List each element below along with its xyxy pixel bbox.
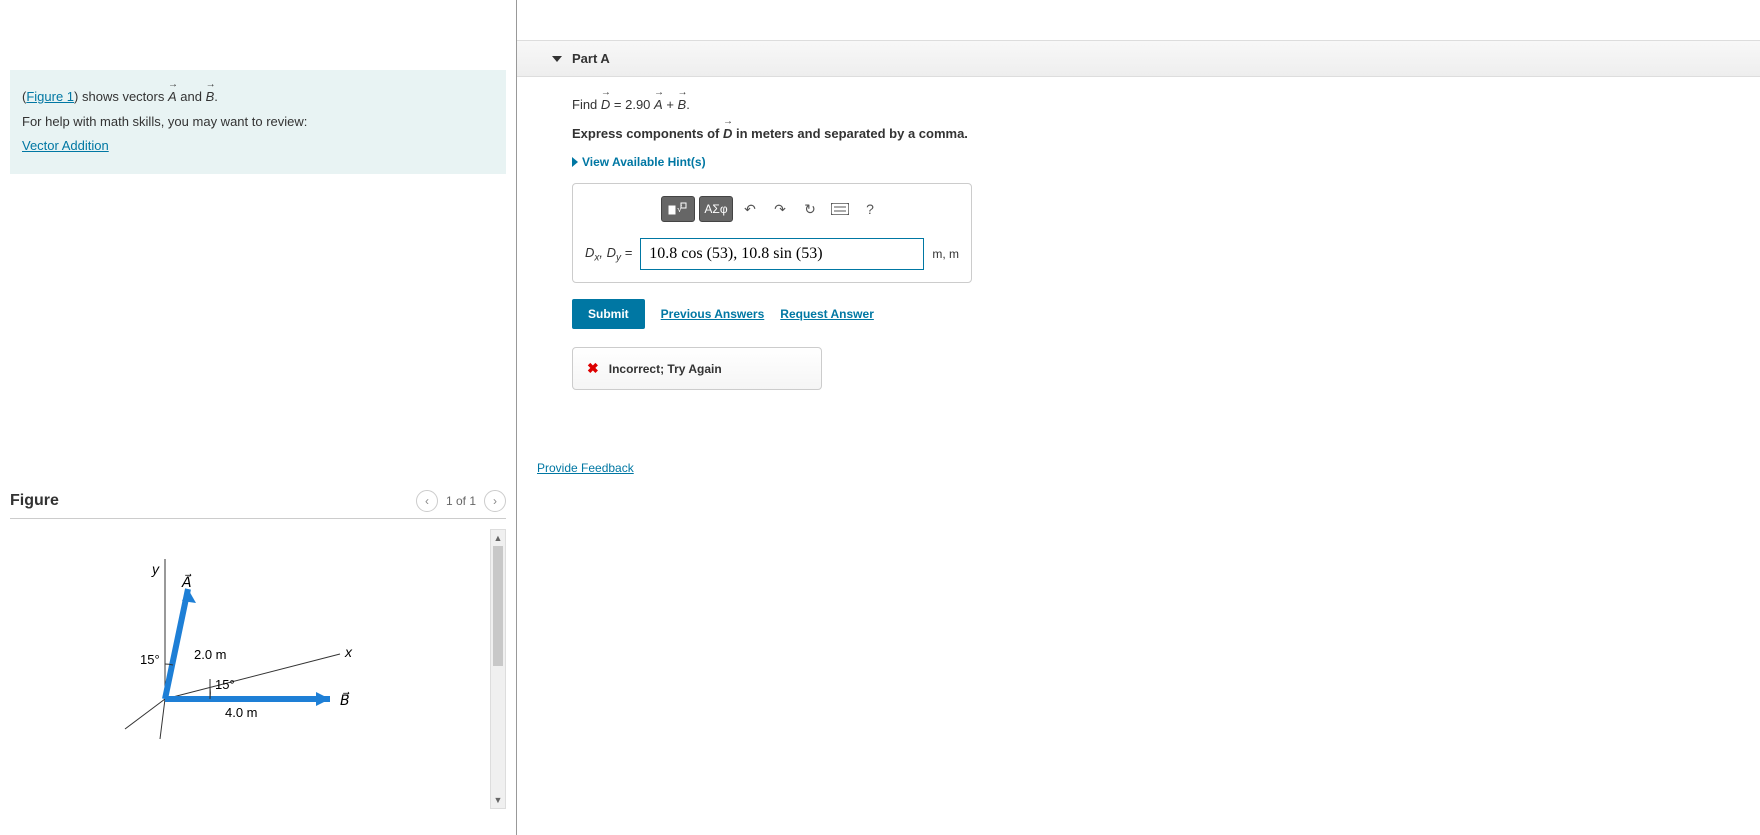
figure-section: Figure ‹ 1 of 1 › — [10, 490, 506, 835]
part-title: Part A — [572, 51, 610, 66]
answer-unit-label: m, m — [932, 247, 959, 261]
request-answer-link[interactable]: Request Answer — [780, 307, 874, 321]
vector-b-symbol: B — [206, 85, 215, 110]
figure-scrollbar[interactable]: ▲ ▼ — [490, 529, 506, 809]
left-panel: (Figure 1) shows vectors A and B. For he… — [0, 0, 517, 835]
b-angle: 15° — [215, 677, 235, 692]
keyboard-button[interactable] — [827, 196, 853, 222]
redo-button[interactable]: ↷ — [767, 196, 793, 222]
question-instruction: Express components of D in meters and se… — [572, 126, 1705, 141]
collapse-icon — [552, 56, 562, 62]
x-axis-label: x — [344, 644, 353, 660]
problem-intro-box: (Figure 1) shows vectors A and B. For he… — [10, 70, 506, 174]
a-magnitude: 2.0 m — [194, 647, 227, 662]
a-angle: 15° — [140, 652, 160, 667]
figure-page-indicator: 1 of 1 — [446, 494, 476, 508]
figure-prev-button[interactable]: ‹ — [416, 490, 438, 512]
undo-button[interactable]: ↶ — [737, 196, 763, 222]
vector-diagram: y x A⃗ B⃗ 2.0 m 4.0 m 15° 15° — [10, 529, 370, 759]
vector-a-symbol: A — [168, 85, 177, 110]
incorrect-icon: ✖ — [587, 360, 599, 377]
submit-button[interactable]: Submit — [572, 299, 645, 329]
answer-variable-label: Dx, Dy = — [585, 245, 632, 264]
question-find: Find D = 2.90 A + B. — [572, 97, 1705, 112]
part-body: Find D = 2.90 A + B. Express components … — [517, 77, 1760, 410]
help-button[interactable]: ? — [857, 196, 883, 222]
action-row: Submit Previous Answers Request Answer — [572, 299, 1705, 329]
figure-link[interactable]: Figure 1 — [26, 89, 74, 104]
greek-tool-button[interactable]: ΑΣφ — [699, 196, 733, 222]
feedback-text: Incorrect; Try Again — [609, 362, 722, 376]
help-text: For help with math skills, you may want … — [22, 110, 494, 135]
figure-next-button[interactable]: › — [484, 490, 506, 512]
scroll-thumb[interactable] — [493, 546, 503, 666]
reset-button[interactable]: ↻ — [797, 196, 823, 222]
scroll-down-icon[interactable]: ▼ — [491, 792, 505, 808]
figure-title: Figure — [10, 492, 59, 510]
provide-feedback-section: Provide Feedback — [537, 460, 1760, 475]
provide-feedback-link[interactable]: Provide Feedback — [537, 461, 634, 475]
a-vector-label: A⃗ — [181, 573, 192, 590]
feedback-box: ✖ Incorrect; Try Again — [572, 347, 822, 390]
answer-input[interactable] — [640, 238, 924, 270]
scroll-up-icon[interactable]: ▲ — [491, 530, 505, 546]
b-magnitude: 4.0 m — [225, 705, 258, 720]
right-panel: Part A Find D = 2.90 A + B. Express comp… — [517, 0, 1760, 835]
view-hints-link[interactable]: View Available Hint(s) — [572, 155, 1705, 169]
figure-body: y x A⃗ B⃗ 2.0 m 4.0 m 15° 15° ▲ ▼ — [10, 529, 506, 809]
template-tool-button[interactable]: √ — [661, 196, 695, 222]
caret-right-icon — [572, 157, 578, 167]
previous-answers-link[interactable]: Previous Answers — [661, 307, 765, 321]
figure-nav: ‹ 1 of 1 › — [416, 490, 506, 512]
part-header[interactable]: Part A — [517, 40, 1760, 77]
answer-toolbar: √ ΑΣφ ↶ ↷ ↻ ? — [585, 196, 959, 222]
answer-box: √ ΑΣφ ↶ ↷ ↻ ? Dx, Dy = m, m — [572, 183, 972, 283]
b-vector-label: B⃗ — [340, 691, 350, 708]
vector-addition-link[interactable]: Vector Addition — [22, 138, 109, 153]
intro-line-1: (Figure 1) shows vectors A and B. — [22, 85, 494, 110]
y-axis-label: y — [151, 561, 160, 577]
